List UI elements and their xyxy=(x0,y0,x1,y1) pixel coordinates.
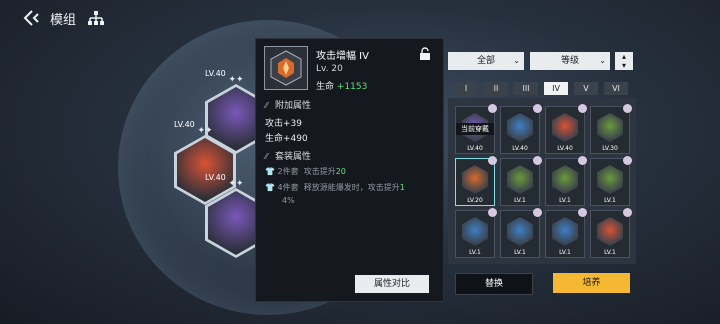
module-grid-item[interactable]: LV.30 xyxy=(590,104,632,154)
module-level-label: LV.1 xyxy=(469,249,481,256)
module-thumb-icon xyxy=(507,113,533,142)
character-avatar-icon xyxy=(533,208,542,217)
character-avatar-icon xyxy=(578,156,587,165)
sort-order-icon[interactable]: ▴ ▾ xyxy=(615,52,633,70)
character-avatar-icon xyxy=(488,104,497,113)
module-grid-item[interactable]: LV.1 xyxy=(455,208,497,258)
module-name: 攻击增幅 IV xyxy=(316,51,369,62)
top-bar xyxy=(0,0,720,36)
module-level-label: LV.40 xyxy=(467,145,483,152)
module-level-label: LV.1 xyxy=(514,249,526,256)
module-thumb-icon xyxy=(597,165,623,194)
module-level-label: LV.1 xyxy=(604,197,616,204)
module-grid-item[interactable]: LV.1 xyxy=(590,208,632,258)
character-avatar-icon xyxy=(533,156,542,165)
module-grid-item[interactable]: LV.20 xyxy=(455,156,497,206)
set-bonus-4: 👕 4件套 释放源能爆发时，攻击提升1 xyxy=(265,183,405,192)
equipped-badge: 当前穿戴 xyxy=(456,123,494,135)
section-mark-icon: ⁄⁄ xyxy=(265,101,268,110)
tier-tab[interactable]: VI xyxy=(604,82,628,95)
module-thumb-icon xyxy=(462,165,488,194)
back-icon[interactable] xyxy=(22,9,42,27)
module-level-label: LV.30 xyxy=(602,145,618,152)
module-thumb-icon xyxy=(552,165,578,194)
module-level-label: LV.20 xyxy=(467,197,483,204)
extra-stats-title: ⁄⁄ 附加属性 xyxy=(265,101,312,111)
shirt-icon: 👕 xyxy=(265,167,275,176)
module-thumb-icon xyxy=(552,113,578,142)
character-avatar-icon xyxy=(578,208,587,217)
tier-tab[interactable]: III xyxy=(514,82,538,95)
module-thumb-icon xyxy=(507,165,533,194)
extra-stat-hp: 生命+490 xyxy=(265,134,308,144)
module-level-label: LV.1 xyxy=(559,197,571,204)
character-avatar-icon xyxy=(488,208,497,217)
module-level: Lv. 20 xyxy=(316,64,343,74)
character-avatar-icon xyxy=(623,104,632,113)
sort-dropdown[interactable]: 等级 ⌄ xyxy=(530,52,610,70)
module-grid-item[interactable]: LV.40 当前穿戴 xyxy=(455,104,497,154)
chevron-down-icon: ⌄ xyxy=(599,56,606,65)
section-mark-icon: ⁄⁄ xyxy=(265,152,268,161)
module-thumb-icon xyxy=(597,217,623,246)
module-grid-item[interactable]: LV.1 xyxy=(500,208,542,258)
set-bonus-4-tail: 4% xyxy=(282,196,295,205)
module-icon xyxy=(264,46,308,90)
compare-button[interactable]: 属性对比 xyxy=(355,275,429,293)
train-button[interactable]: 培养 xyxy=(553,273,630,293)
lock-icon[interactable] xyxy=(418,46,432,60)
tier-tab[interactable]: I xyxy=(454,82,478,95)
tier-tab[interactable]: II xyxy=(484,82,508,95)
character-avatar-icon xyxy=(623,208,632,217)
module-grid-item[interactable]: LV.1 xyxy=(500,156,542,206)
character-avatar-icon xyxy=(578,104,587,113)
set-bonus-2: 👕 2件套 攻击提升20 xyxy=(265,167,346,176)
page-title: 模组 xyxy=(50,13,77,28)
character-avatar-icon xyxy=(533,104,542,113)
character-avatar-icon xyxy=(623,156,632,165)
hierarchy-icon[interactable] xyxy=(88,10,104,26)
set-stats-title: ⁄⁄ 套装属性 xyxy=(265,152,312,162)
type-filter-dropdown[interactable]: 全部 ⌄ xyxy=(448,52,524,70)
module-level-label: LV.40 xyxy=(557,145,573,152)
extra-stat-attack: 攻击+39 xyxy=(265,119,302,129)
module-grid-item[interactable]: LV.1 xyxy=(590,156,632,206)
module-grid-item[interactable]: LV.1 xyxy=(545,156,587,206)
replace-button[interactable]: 替换 xyxy=(455,273,533,295)
tier-tab[interactable]: IV xyxy=(544,82,568,95)
module-level-label: LV.1 xyxy=(604,249,616,256)
module-level-label: LV.1 xyxy=(514,197,526,204)
module-level-label: LV.1 xyxy=(559,249,571,256)
shirt-icon: 👕 xyxy=(265,183,275,192)
module-grid-item[interactable]: LV.1 xyxy=(545,208,587,258)
chevron-down-icon: ⌄ xyxy=(513,56,520,65)
module-level-label: LV.40 xyxy=(512,145,528,152)
module-thumb-icon xyxy=(507,217,533,246)
tier-tab[interactable]: V xyxy=(574,82,598,95)
module-hp-stat: 生命 +1153 xyxy=(316,82,368,92)
module-thumb-icon xyxy=(597,113,623,142)
module-thumb-icon xyxy=(552,217,578,246)
module-grid-item[interactable]: LV.40 xyxy=(545,104,587,154)
module-thumb-icon xyxy=(462,217,488,246)
character-avatar-icon xyxy=(488,156,497,165)
module-grid-item[interactable]: LV.40 xyxy=(500,104,542,154)
